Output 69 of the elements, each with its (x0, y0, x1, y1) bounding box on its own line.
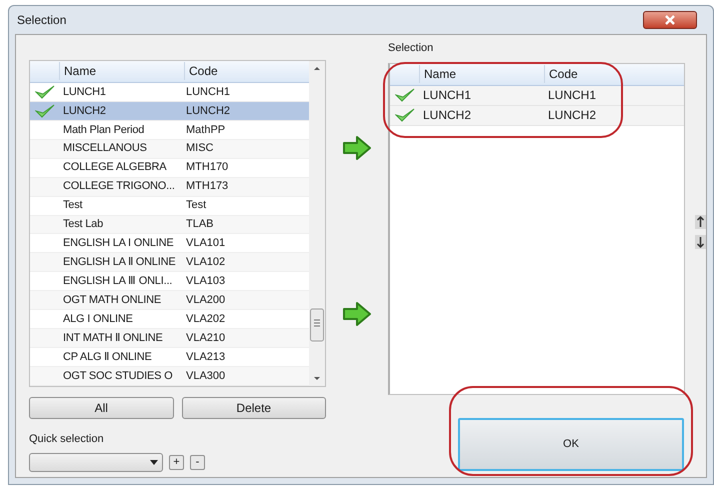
name-cell-text: ENGLISH LA Ⅱ ONLINE (62, 255, 176, 270)
name-cell-text: Math Plan Period (62, 122, 146, 138)
quick-selection-label: Quick selection (29, 432, 105, 447)
list-row[interactable]: OGT SOC STUDIES O VLA300 (30, 367, 309, 386)
scrollbar-drawing[interactable] (309, 61, 325, 386)
list-row[interactable]: LUNCH1 LUNCH1 (390, 86, 684, 106)
name-cell-text: CP ALG Ⅱ ONLINE (62, 350, 153, 365)
list-row[interactable]: LUNCH1 LUNCH1 (30, 82, 309, 102)
quick-selection-dropdown[interactable] (29, 452, 163, 472)
list-row[interactable]: COLLEGE TRIGONO... MTH173 (30, 178, 309, 197)
code-cell-text: MISC (185, 141, 214, 156)
name-cell-text: ALG I ONLINE (62, 312, 134, 327)
name-cell-text: LUNCH2 (422, 107, 472, 124)
code-cell-text: MTH173 (185, 179, 228, 194)
name-cell-text: MISCELLANOUS (62, 141, 148, 156)
code-cell-text: VLA103 (185, 274, 226, 290)
code-cell-text: VLA101 (185, 236, 226, 252)
name-cell-text: Test Lab (62, 217, 104, 232)
remove-button[interactable]: - (190, 454, 205, 470)
ok-button[interactable]: OK (458, 418, 684, 470)
column-header[interactable]: Name (59, 62, 184, 80)
delete-button[interactable]: Delete (182, 397, 326, 419)
name-cell-text: ENGLISH LA I ONLINE (62, 236, 175, 252)
name-cell-text: LUNCH1 (422, 87, 472, 104)
move-down-icon[interactable] (695, 235, 706, 249)
name-cell-text: ENGLISH LA Ⅲ ONLI... (62, 274, 174, 290)
list-row[interactable]: INT MATH Ⅱ ONLINE VLA210 (30, 329, 309, 348)
code-cell-text: VLA202 (185, 312, 226, 327)
column-header[interactable]: Name (419, 65, 544, 83)
list-row[interactable]: Test Test (30, 196, 309, 216)
name-cell-text: COLLEGE TRIGONO... (62, 179, 176, 194)
close-icon (665, 15, 675, 25)
selection-label: Selection (388, 41, 434, 56)
list-row[interactable]: LUNCH2 LUNCH2 (30, 102, 309, 121)
window-title: Selection (17, 12, 66, 29)
move-up-icon[interactable] (695, 215, 706, 229)
code-cell-text: VLA200 (185, 292, 226, 308)
code-cell-text: LUNCH2 (185, 104, 230, 119)
name-cell-text: LUNCH1 (62, 84, 107, 100)
list-row[interactable]: OGT MATH ONLINE VLA200 (30, 291, 309, 310)
list-row[interactable]: LUNCH2 LUNCH2 (390, 106, 684, 126)
name-cell-text: COLLEGE ALGEBRA (62, 160, 168, 176)
close-button[interactable] (643, 11, 697, 29)
name-cell-text: LUNCH2 (62, 104, 107, 119)
code-cell-text: VLA102 (185, 255, 226, 270)
list-row[interactable]: COLLEGE ALGEBRA MTH170 (30, 158, 309, 178)
code-cell-text: VLA300 (185, 368, 226, 384)
code-cell-text: Test (185, 198, 206, 214)
name-cell-text: Test (62, 198, 84, 214)
code-cell-text: VLA213 (185, 350, 226, 365)
arrow-right-icon[interactable] (342, 135, 372, 161)
arrow-right-icon[interactable] (342, 301, 372, 327)
name-cell-text: OGT MATH ONLINE (62, 292, 162, 308)
code-cell-text: LUNCH2 (547, 107, 596, 124)
code-cell-text: MTH170 (185, 160, 228, 176)
list-row[interactable]: ENGLISH LA Ⅱ ONLINE VLA102 (30, 253, 309, 272)
all-button[interactable]: All (29, 397, 174, 419)
name-cell-text: INT MATH Ⅱ ONLINE (62, 330, 164, 346)
code-cell-text: LUNCH1 (547, 87, 596, 104)
column-header[interactable]: Code (544, 65, 684, 83)
dropdown-caret-icon (150, 460, 158, 464)
list-row[interactable]: MISCELLANOUS MISC (30, 140, 309, 159)
add-button[interactable]: + (169, 454, 184, 470)
code-cell-text: VLA210 (185, 330, 226, 346)
code-cell-text: MathPP (185, 122, 226, 138)
name-cell-text: OGT SOC STUDIES O (62, 368, 174, 384)
code-cell-text: TLAB (185, 217, 214, 232)
code-cell-text: LUNCH1 (185, 84, 230, 100)
list-row[interactable]: Test Lab TLAB (30, 216, 309, 234)
